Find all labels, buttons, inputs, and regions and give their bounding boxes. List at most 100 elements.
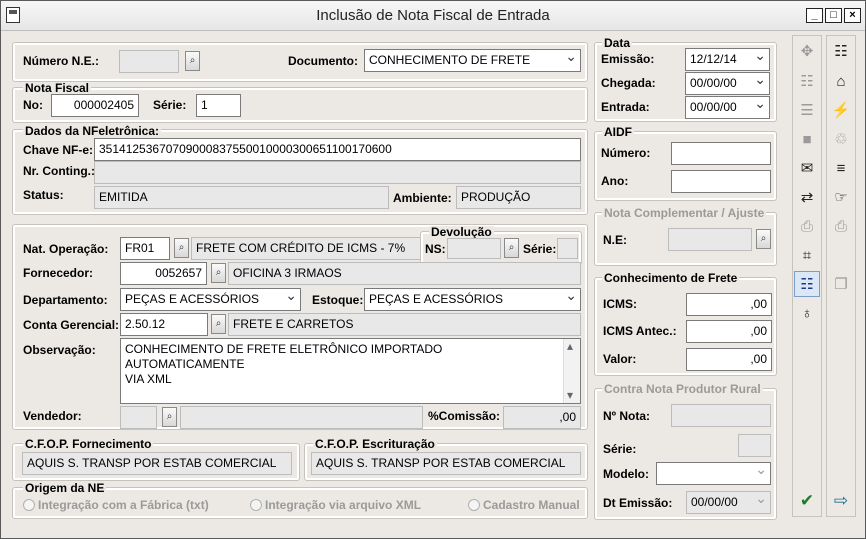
icms-antec-field[interactable]: ,00 — [686, 320, 772, 343]
conta-label: Conta Gerencial: — [23, 318, 120, 332]
complementar-legend: Nota Complementar / Ajuste — [602, 206, 767, 220]
documento-select[interactable]: CONHECIMENTO DE FRETE — [364, 49, 581, 72]
documento-label: Documento: — [288, 54, 358, 68]
produtor-modelo-select[interactable] — [656, 462, 771, 485]
vendedor-label: Vendedor: — [23, 409, 82, 423]
vendedor-name-field — [180, 406, 423, 429]
transfer-icon[interactable]: ⇄ — [794, 184, 820, 210]
chegada-date[interactable]: 00/00/00 — [685, 72, 770, 95]
aidf-ano-label: Ano: — [601, 174, 629, 188]
valor-field[interactable]: ,00 — [686, 348, 772, 371]
natop-label: Nat. Operação: — [23, 242, 109, 256]
data-legend: Data — [602, 36, 633, 50]
produtor-serie-field — [738, 434, 771, 457]
fornecedor-lookup-icon[interactable]: ⌕ — [211, 263, 226, 283]
origem-legend: Origem da NE — [23, 481, 107, 495]
ambiente-field: PRODUÇÃO — [456, 186, 581, 209]
stamp-icon[interactable]: ■ — [794, 126, 820, 152]
lightning-icon[interactable]: ⚡ — [828, 97, 854, 123]
complementar-lookup-icon[interactable]: ⌕ — [756, 229, 771, 249]
grid-icon[interactable]: ☷ — [794, 271, 820, 297]
ns-label: NS: — [425, 242, 446, 256]
building-icon[interactable]: ⌂ — [828, 68, 854, 94]
icms-field[interactable]: ,00 — [686, 293, 772, 316]
nota-numero-field[interactable]: 000002405 — [51, 94, 139, 117]
observacao-textarea[interactable]: CONHECIMENTO DE FRETE ELETRÔNICO IMPORTA… — [120, 338, 581, 404]
emissao-label: Emissão: — [601, 52, 655, 66]
insert-row-icon[interactable]: ✥ — [794, 38, 820, 64]
fornecedor-code-field[interactable]: 0052657 — [120, 262, 207, 285]
origem-manual-radio[interactable] — [468, 499, 480, 511]
departamento-select[interactable]: PEÇAS E ACESSÓRIOS — [120, 288, 301, 311]
icms-antec-label: ICMS Antec.: — [603, 324, 677, 338]
chave-nfe-field[interactable]: 3514125367070900083755001000030065110017… — [94, 138, 581, 161]
origem-xml-radio[interactable] — [250, 499, 262, 511]
status-label: Status: — [23, 188, 64, 202]
obs-line-1: CONHECIMENTO DE FRETE ELETRÔNICO IMPORTA… — [125, 342, 443, 371]
vendedor-lookup-icon[interactable]: ⌕ — [162, 407, 177, 427]
table-icon[interactable]: ☷ — [828, 38, 854, 64]
cfop-fornecimento-field: AQUIS S. TRANSP POR ESTAB COMERCIAL — [22, 452, 292, 475]
window-title: Inclusão de Nota Fiscal de Entrada — [316, 7, 550, 24]
natop-code-field[interactable]: FR01 — [120, 237, 170, 260]
conta-lookup-icon[interactable]: ⌕ — [211, 314, 226, 334]
emissao-date[interactable]: 12/12/14 — [685, 48, 770, 71]
ambiente-label: Ambiente: — [393, 191, 452, 205]
icms-label: ICMS: — [603, 297, 637, 311]
dev-serie-field — [557, 238, 578, 259]
origem-fabrica-radio[interactable] — [23, 499, 35, 511]
printer-icon[interactable]: ⎙ — [828, 213, 854, 239]
numero-ne-lookup-icon[interactable]: ⌕ — [185, 51, 200, 71]
ns-lookup-icon[interactable]: ⌕ — [504, 238, 519, 258]
vendedor-code-field — [120, 406, 157, 429]
complementar-ne-label: N.E: — [603, 233, 627, 247]
aidf-numero-label: Número: — [601, 146, 651, 160]
exit-icon[interactable]: ⇨ — [828, 488, 854, 514]
preview-icon[interactable]: ☷ — [794, 68, 820, 94]
no-label: No: — [23, 98, 43, 112]
minimize-button[interactable]: _ — [806, 8, 823, 23]
departamento-label: Departamento: — [23, 293, 108, 307]
hand-icon[interactable]: ☞ — [828, 184, 854, 210]
list-icon[interactable]: ☰ — [794, 97, 820, 123]
trash-icon[interactable]: ♲ — [828, 126, 854, 152]
entrada-label: Entrada: — [601, 100, 650, 114]
folder-icon[interactable]: ❐ — [828, 271, 854, 297]
chave-label: Chave NF-e: — [23, 143, 94, 157]
aidf-ano-field[interactable] — [671, 170, 771, 193]
close-button[interactable]: × — [844, 8, 861, 23]
nfe-legend: Dados da NFeletrônica: — [23, 124, 162, 138]
entrada-date[interactable]: 00/00/00 — [685, 96, 770, 119]
produtor-emissao-date[interactable]: 00/00/00 — [686, 491, 771, 514]
money-icon[interactable]: ✉ — [794, 155, 820, 181]
origem-xml-label: Integração via arquivo XML — [265, 498, 422, 512]
natop-desc-field: FRETE COM CRÉDITO DE ICMS - 7% — [191, 237, 421, 260]
aidf-legend: AIDF — [602, 125, 634, 139]
nota-serie-field[interactable]: 1 — [196, 94, 241, 117]
produtor-nota-field — [671, 404, 771, 427]
origem-fabrica-label: Integração com a Fábrica (txt) — [38, 498, 209, 512]
conta-desc-field: FRETE E CARRETOS — [228, 313, 581, 336]
status-field: EMITIDA — [94, 186, 389, 209]
globe-icon[interactable]: ♁ — [794, 300, 820, 326]
estoque-label: Estoque: — [312, 293, 364, 307]
aidf-numero-field[interactable] — [671, 142, 771, 165]
calculator-icon[interactable]: ⌗ — [794, 242, 820, 268]
serie-label: Série: — [153, 98, 187, 112]
print-icon[interactable]: ⎙ — [794, 213, 820, 239]
chegada-label: Chegada: — [601, 76, 656, 90]
conta-code-field[interactable]: 2.50.12 — [120, 313, 208, 336]
ns-field — [447, 238, 501, 259]
natop-lookup-icon[interactable]: ⌕ — [174, 238, 189, 258]
numero-ne-label: Número N.E.: — [23, 54, 100, 68]
main-window: Inclusão de Nota Fiscal de Entrada _ □ ×… — [0, 0, 866, 539]
produtor-serie-label: Série: — [603, 442, 637, 456]
confirm-icon[interactable]: ✔ — [794, 488, 820, 514]
stack-icon[interactable]: ≡ — [828, 155, 854, 181]
numero-ne-field — [119, 50, 179, 73]
cfop-escrituracao-legend: C.F.O.P. Escrituração — [313, 437, 437, 451]
obs-scrollbar[interactable] — [563, 339, 580, 403]
maximize-button[interactable]: □ — [825, 8, 842, 23]
frete-legend: Conhecimento de Frete — [602, 271, 740, 285]
estoque-select[interactable]: PEÇAS E ACESSÓRIOS — [364, 288, 581, 311]
